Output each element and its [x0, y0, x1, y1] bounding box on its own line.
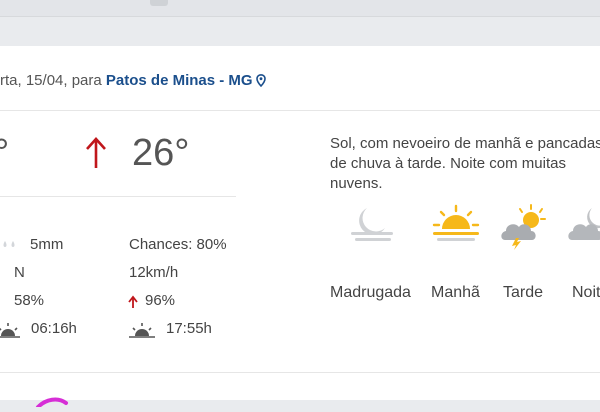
max-arrow-icon [85, 136, 107, 175]
header-divider [0, 110, 600, 111]
humidity-min: 58% [14, 292, 45, 309]
rain-drops-icon [0, 238, 18, 256]
wind-direction: N [14, 264, 25, 281]
weather-card: rta, 15/04, para Patos de Minas - MG ° 2… [0, 46, 600, 409]
moon-fog-icon [347, 204, 397, 251]
sunrise-time: 06:16h [31, 320, 77, 337]
rain-chance: Chances: 80% [129, 236, 227, 253]
bottom-divider [0, 372, 600, 373]
sunset-time: 17:55h [166, 320, 212, 337]
humidity-max: 96% [145, 292, 176, 309]
location-pin-icon[interactable] [255, 73, 266, 91]
max-temperature: 26° [132, 132, 190, 174]
period-label-madrugada: Madrugada [330, 284, 411, 301]
humidity-down-icon: ↓ [0, 294, 1, 310]
humidity-up-icon [128, 295, 138, 314]
forecast-description: Sol, com nevoeiro de manhã e pancadas de… [330, 135, 600, 192]
period-label-manha: Manhã [431, 284, 480, 301]
forecast-date-text: rta, 15/04, para [0, 72, 106, 89]
wind-speed: 12km/h [129, 264, 179, 281]
browser-topbar [0, 0, 600, 17]
sun-storm-cloud-icon [499, 204, 549, 255]
sunset-icon [128, 322, 156, 343]
partial-logo-icon [22, 394, 72, 412]
forecast-header: rta, 15/04, para Patos de Minas - MG [0, 72, 266, 91]
wind-direction-icon: ↑ [0, 266, 1, 282]
sunrise-icon [0, 322, 20, 343]
city-link[interactable]: Patos de Minas - MG [106, 72, 253, 89]
period-label-noite: Noite [572, 284, 600, 301]
period-label-tarde: Tarde [503, 284, 544, 301]
rain-amount: 5mm [30, 236, 64, 253]
sun-fog-icon [431, 204, 481, 251]
topbar-tab-marker [150, 0, 168, 6]
moon-cloud-icon [566, 204, 600, 251]
min-temperature: ° [0, 132, 10, 174]
temps-divider [0, 196, 236, 197]
